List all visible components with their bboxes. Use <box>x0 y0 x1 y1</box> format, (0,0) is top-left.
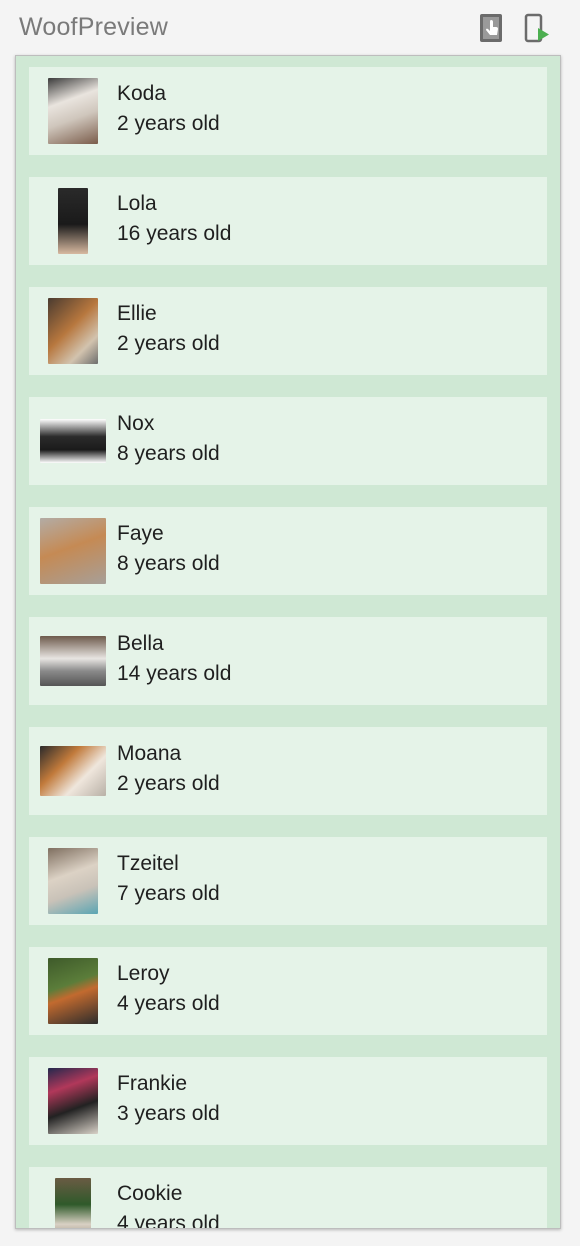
dog-list-item[interactable]: Faye 8 years old <box>29 507 547 595</box>
dog-photo <box>48 848 98 914</box>
dog-list-item[interactable]: Lola 16 years old <box>29 177 547 265</box>
dog-name: Leroy <box>117 962 170 985</box>
dog-name: Moana <box>117 742 182 765</box>
dog-list-item[interactable]: Moana 2 years old <box>29 727 547 815</box>
dog-photo <box>40 419 106 463</box>
dog-age: 7 years old <box>117 882 220 905</box>
dog-name: Frankie <box>117 1072 188 1095</box>
preview-title: WoofPreview <box>19 13 169 41</box>
dog-list-item[interactable]: Leroy 4 years old <box>29 947 547 1035</box>
composable-preview: Koda 2 years old Lola 16 years old Ellie 2 ye… <box>15 55 561 1229</box>
dog-photo-frame <box>29 297 117 365</box>
dog-photo-frame <box>29 407 117 475</box>
dog-photo-frame <box>29 627 117 695</box>
dog-list-item[interactable]: Frankie 3 years old <box>29 1057 547 1145</box>
dog-photo-frame <box>29 77 117 145</box>
deploy-to-device-icon[interactable] <box>522 12 552 44</box>
dog-photo <box>55 1178 91 1228</box>
dog-age: 4 years old <box>117 992 220 1015</box>
dog-age: 16 years old <box>117 222 232 245</box>
dog-photo <box>48 78 98 144</box>
dog-list[interactable]: Koda 2 years old Lola 16 years old Ellie 2 ye… <box>29 67 547 1229</box>
dog-name: Koda <box>117 82 167 105</box>
dog-photo <box>40 518 106 584</box>
preview-header: WoofPreview <box>0 0 580 56</box>
dog-photo <box>58 188 88 254</box>
dog-name: Lola <box>117 192 157 215</box>
dog-list-item[interactable]: Tzeitel 7 years old <box>29 837 547 925</box>
dog-photo-frame <box>29 847 117 915</box>
dog-list-item[interactable]: Cookie 4 years old <box>29 1167 547 1229</box>
dog-age: 3 years old <box>117 1102 220 1125</box>
dog-age: 14 years old <box>117 662 232 685</box>
dog-photo <box>48 298 98 364</box>
dog-name: Faye <box>117 522 164 545</box>
dog-name: Cookie <box>117 1182 183 1205</box>
dog-list-item[interactable]: Koda 2 years old <box>29 67 547 155</box>
dog-photo <box>40 636 106 686</box>
dog-photo-frame <box>29 517 117 585</box>
dog-age: 2 years old <box>117 772 220 795</box>
dog-photo <box>40 746 106 796</box>
dog-age: 4 years old <box>117 1212 220 1229</box>
dog-photo <box>48 958 98 1024</box>
dog-age: 2 years old <box>117 112 220 135</box>
dog-name: Tzeitel <box>117 852 179 875</box>
dog-photo-frame <box>29 1067 117 1135</box>
dog-photo-frame <box>29 187 117 255</box>
dog-list-item[interactable]: Nox 8 years old <box>29 397 547 485</box>
dog-age: 2 years old <box>117 332 220 355</box>
dog-photo <box>48 1068 98 1134</box>
dog-name: Ellie <box>117 302 157 325</box>
dog-name: Bella <box>117 632 164 655</box>
dog-photo-frame <box>29 957 117 1025</box>
dog-list-item[interactable]: Bella 14 years old <box>29 617 547 705</box>
interactive-mode-icon[interactable] <box>476 12 506 44</box>
dog-photo-frame <box>29 737 117 805</box>
dog-age: 8 years old <box>117 442 220 465</box>
dog-name: Nox <box>117 412 155 435</box>
dog-age: 8 years old <box>117 552 220 575</box>
dog-list-item[interactable]: Ellie 2 years old <box>29 287 547 375</box>
dog-photo-frame <box>29 1177 117 1228</box>
